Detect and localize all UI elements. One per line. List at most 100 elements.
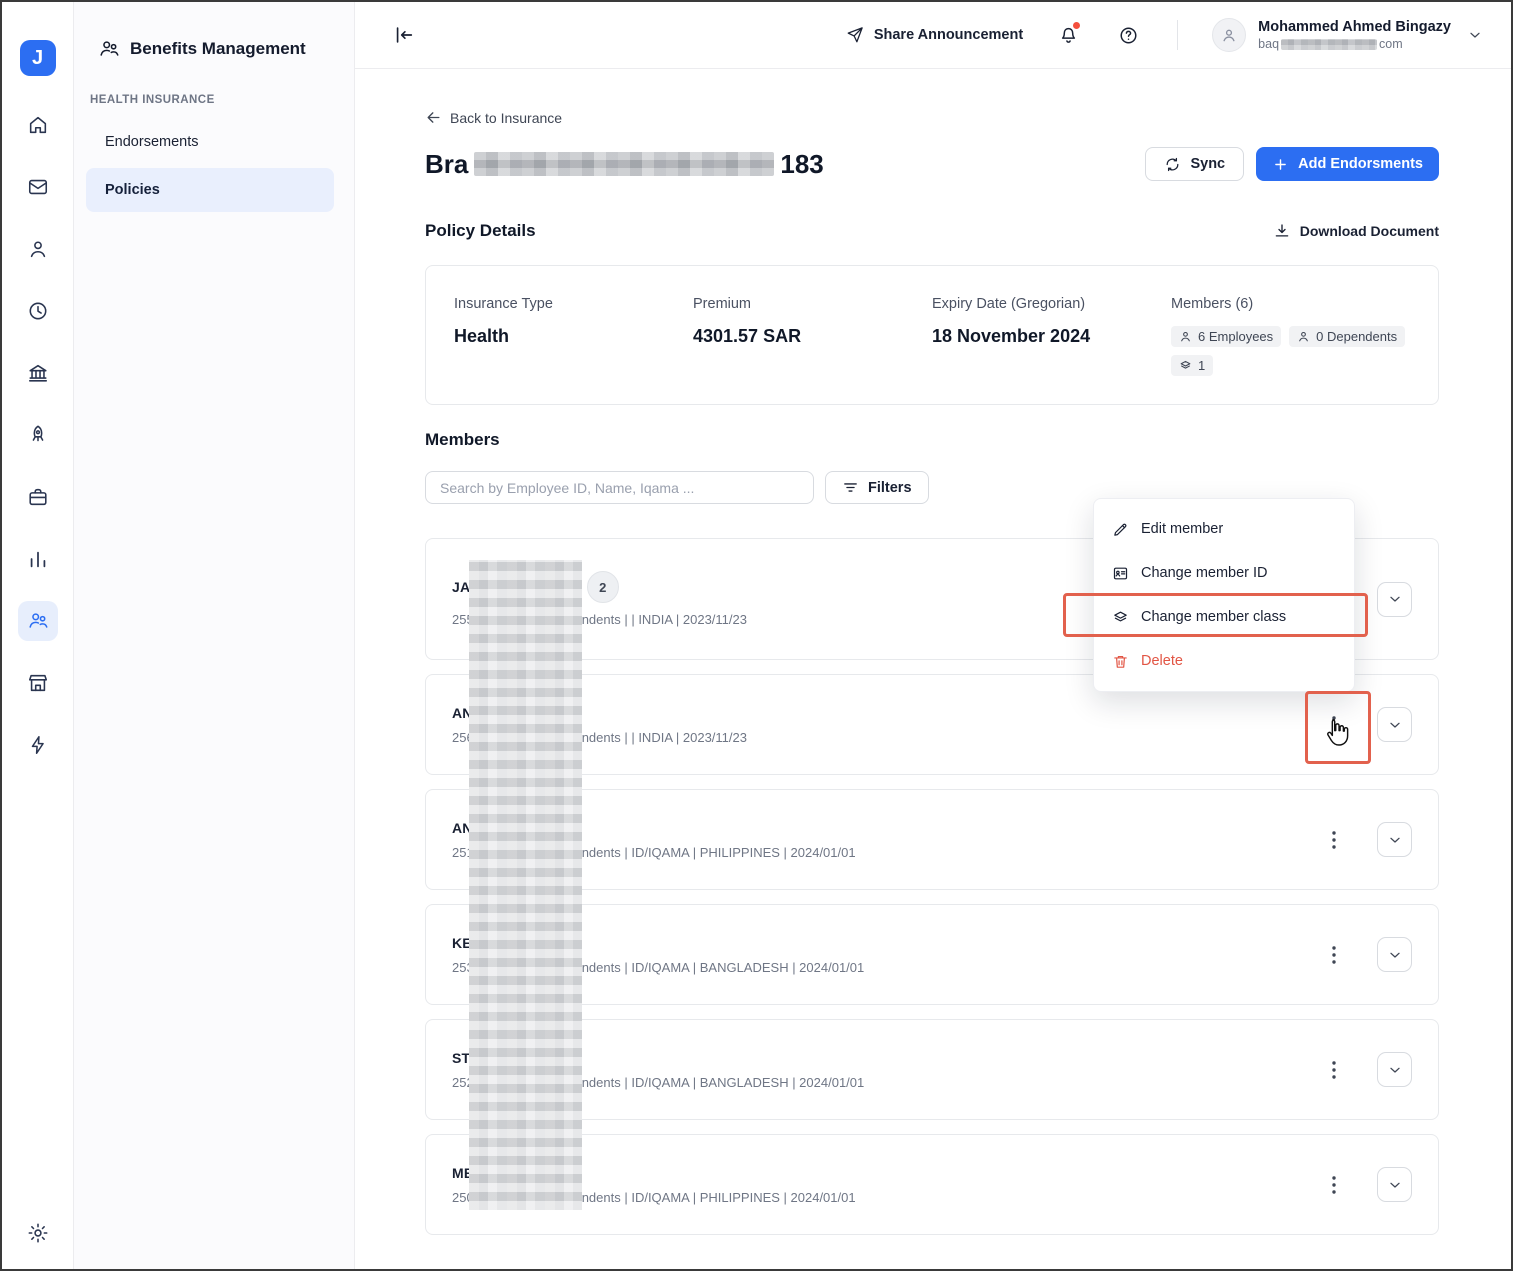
member-search-input[interactable] <box>425 471 814 504</box>
user-avatar <box>1212 18 1247 52</box>
member-meta-text: ndents | | INDIA | 2023/11/23 <box>581 612 747 627</box>
topbar-divider <box>1177 20 1179 50</box>
rail-item-inbox[interactable] <box>18 167 58 207</box>
kebab-icon <box>1332 715 1336 734</box>
row-menu-button[interactable] <box>1321 937 1347 973</box>
lightning-icon <box>27 734 49 756</box>
row-expand-button[interactable] <box>1377 937 1412 972</box>
insurance-type-field: Insurance Type Health <box>454 296 693 374</box>
rail-item-time[interactable] <box>18 291 58 331</box>
user-name: Mohammed Ahmed Bingazy <box>1258 18 1451 35</box>
censored-region <box>469 560 582 1210</box>
rail-item-people[interactable] <box>18 229 58 269</box>
premium-field: Premium 4301.57 SAR <box>693 296 932 374</box>
rail-item-jobs[interactable] <box>18 477 58 517</box>
topbar: Share Announcement Mohammed Ahmed Bingaz… <box>355 2 1511 69</box>
help-button[interactable] <box>1113 20 1143 50</box>
sidebar-item-policies[interactable]: Policies <box>86 168 334 212</box>
chevron-down-icon <box>1387 717 1403 733</box>
pencil-icon <box>1112 521 1129 538</box>
rail-item-reports[interactable] <box>18 539 58 579</box>
policy-details-header: Policy Details Download Document <box>425 221 1439 241</box>
sync-button[interactable]: Sync <box>1145 147 1245 181</box>
user-email-prefix: baq <box>1258 36 1280 51</box>
collapse-icon <box>393 24 415 46</box>
rail-item-finance[interactable] <box>18 353 58 393</box>
expiry-date-field: Expiry Date (Gregorian) 18 November 2024 <box>932 296 1171 374</box>
row-expand-button[interactable] <box>1377 822 1412 857</box>
app-logo: J <box>19 40 56 76</box>
sidebar-title: Benefits Management <box>130 39 306 58</box>
row-expand-button[interactable] <box>1377 1052 1412 1087</box>
members-heading: Members <box>425 430 500 449</box>
download-icon <box>1273 222 1291 240</box>
download-document-button[interactable]: Download Document <box>1273 222 1439 240</box>
back-to-insurance-link[interactable]: Back to Insurance <box>425 109 562 126</box>
add-endorsements-button[interactable]: Add Endorsments <box>1256 147 1439 181</box>
row-menu-button[interactable] <box>1321 1167 1347 1203</box>
logo-letter: J <box>31 46 44 69</box>
help-icon <box>1118 25 1139 46</box>
inbox-icon <box>27 176 49 198</box>
chevron-down-icon <box>1387 947 1403 963</box>
filters-button[interactable]: Filters <box>825 471 929 504</box>
policy-details-card: Insurance Type Health Premium 4301.57 SA… <box>425 265 1439 405</box>
benefits-icon <box>98 38 120 60</box>
filters-label: Filters <box>868 479 912 496</box>
row-menu-button[interactable] <box>1321 822 1347 858</box>
employees-badge-label: 6 Employees <box>1198 329 1274 344</box>
briefcase-icon <box>27 486 49 508</box>
rail-item-onboarding[interactable] <box>18 415 58 455</box>
notifications-button[interactable] <box>1053 20 1083 50</box>
row-menu-button[interactable] <box>1321 1052 1347 1088</box>
row-expand-button[interactable] <box>1377 707 1412 742</box>
share-announcement-button[interactable]: Share Announcement <box>846 26 1023 44</box>
row-menu-button[interactable] <box>1321 707 1347 743</box>
person-icon <box>1179 330 1192 343</box>
send-icon <box>846 26 864 44</box>
page-title: Bra 183 <box>425 149 824 180</box>
class-icon <box>1179 359 1192 372</box>
sync-label: Sync <box>1190 156 1226 172</box>
kebab-icon <box>1332 1060 1336 1079</box>
rail-item-home[interactable] <box>18 105 58 145</box>
redacted-email <box>1281 38 1378 50</box>
rail-item-settings[interactable] <box>18 1213 58 1253</box>
member-meta-text: ndents | ID/IQAMA | BANGLADESH | 2024/01… <box>581 959 865 975</box>
filter-icon <box>842 479 859 496</box>
user-menu[interactable]: Mohammed Ahmed Bingazy baq com <box>1212 18 1483 52</box>
field-label: Expiry Date (Gregorian) <box>932 296 1086 312</box>
rocket-icon <box>27 424 49 446</box>
row-context-menu: Edit member Change member ID Change memb… <box>1093 498 1355 692</box>
menu-item-change-member-id[interactable]: Change member ID <box>1094 551 1354 595</box>
sidebar-item-endorsements[interactable]: Endorsements <box>86 120 334 164</box>
rail-item-benefits[interactable] <box>17 601 58 641</box>
menu-item-label: Edit member <box>1141 521 1224 537</box>
menu-item-edit-member[interactable]: Edit member <box>1094 507 1354 551</box>
dependents-badge-label: 0 Dependents <box>1316 329 1398 344</box>
notification-dot <box>1072 21 1082 30</box>
kebab-icon <box>1332 945 1336 964</box>
collapse-sidebar-button[interactable] <box>389 20 419 50</box>
home-icon <box>27 114 49 136</box>
id-card-icon <box>1112 565 1129 582</box>
person-icon <box>1297 330 1310 343</box>
member-meta-text: ndents | | INDIA | 2023/11/23 <box>581 729 747 745</box>
row-expand-button[interactable] <box>1377 1167 1412 1202</box>
menu-item-change-member-class[interactable]: Change member class <box>1094 595 1354 639</box>
chevron-down-icon <box>1387 591 1403 607</box>
chevron-down-icon <box>1387 832 1403 848</box>
bank-icon <box>27 362 49 384</box>
row-actions <box>1321 822 1412 858</box>
trash-icon <box>1112 653 1129 670</box>
field-value: Health <box>454 326 510 346</box>
row-actions <box>1321 1052 1412 1088</box>
menu-item-delete[interactable]: Delete <box>1094 639 1354 683</box>
members-field: Members (6) 6 Employees 0 Dependents 1 <box>1171 296 1410 376</box>
rail-item-marketplace[interactable] <box>18 663 58 703</box>
row-expand-button[interactable] <box>1377 581 1412 617</box>
add-endorsements-label: Add Endorsments <box>1298 156 1423 172</box>
class-badge: 1 <box>1171 355 1214 376</box>
page-title-suffix: 183 <box>780 148 824 179</box>
rail-item-automations[interactable] <box>18 725 58 765</box>
